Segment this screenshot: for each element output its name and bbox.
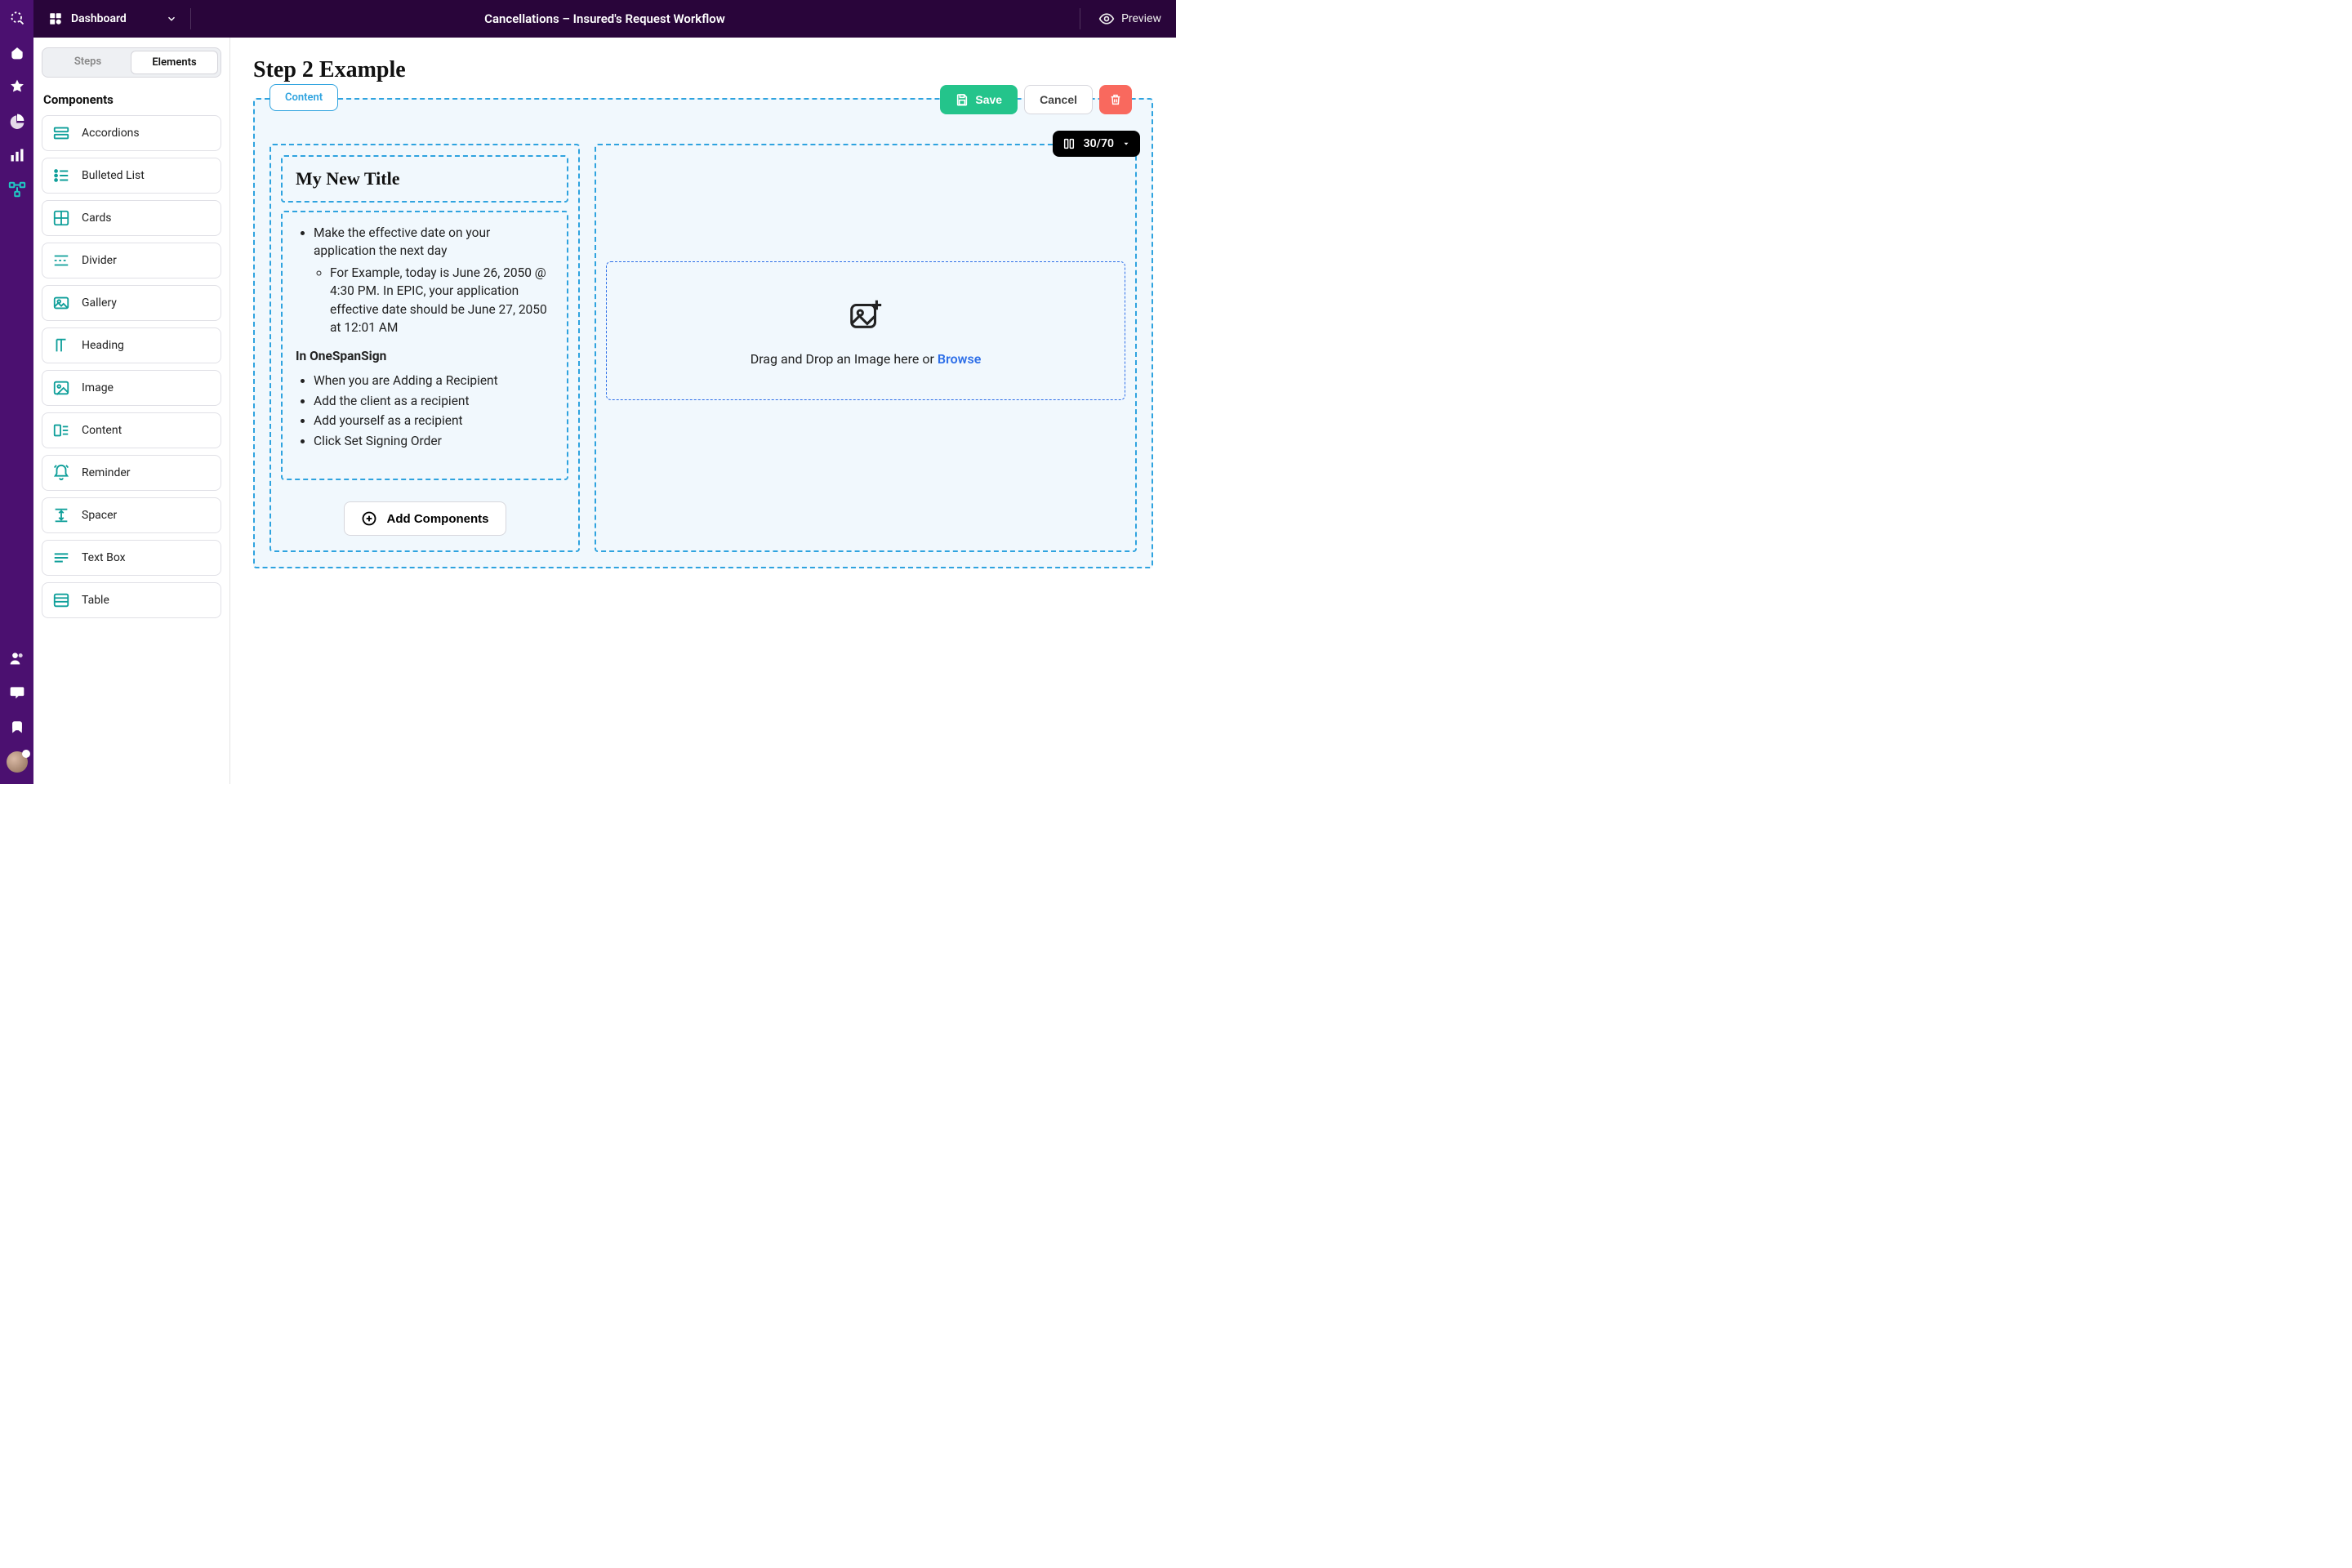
home-icon[interactable] [7, 42, 27, 62]
list-icon [52, 167, 70, 185]
component-divider[interactable]: Divider [42, 243, 221, 278]
search-icon[interactable] [7, 8, 27, 28]
image-upload-icon [847, 296, 884, 333]
component-content[interactable]: Content [42, 412, 221, 448]
content-icon [52, 421, 70, 439]
gallery-icon [52, 294, 70, 312]
dropzone-text: Drag and Drop an Image here or Browse [751, 351, 982, 367]
dashboard-label: Dashboard [71, 12, 127, 25]
columns-icon [1062, 137, 1076, 150]
component-gallery[interactable]: Gallery [42, 285, 221, 321]
component-accordions[interactable]: Accordions [42, 115, 221, 151]
grid-icon [48, 11, 63, 26]
page-title: Cancellations – Insured's Request Workfl… [33, 11, 1176, 26]
spacer-icon [52, 506, 70, 524]
workflow-icon[interactable] [7, 180, 27, 199]
bar-chart-icon[interactable] [7, 145, 27, 165]
chat-icon[interactable] [7, 717, 27, 737]
chevron-down-icon [166, 13, 177, 24]
component-spacer[interactable]: Spacer [42, 497, 221, 533]
content-tab[interactable]: Content [270, 84, 338, 111]
components-heading: Components [42, 92, 221, 107]
component-cards[interactable]: Cards [42, 200, 221, 236]
table-icon [52, 591, 70, 609]
preview-button[interactable]: Preview [1080, 8, 1161, 29]
text-component[interactable]: Make the effective date on your applicat… [281, 211, 568, 480]
component-text-box[interactable]: Text Box [42, 540, 221, 576]
feedback-icon[interactable] [7, 683, 27, 702]
block-title-text: My New Title [296, 168, 554, 189]
cancel-button[interactable]: Cancel [1024, 85, 1093, 114]
star-icon[interactable] [7, 77, 27, 96]
image-icon [52, 379, 70, 397]
delete-button[interactable] [1099, 85, 1132, 114]
component-image[interactable]: Image [42, 370, 221, 406]
tab-elements[interactable]: Elements [131, 51, 218, 74]
right-column[interactable]: Drag and Drop an Image here or Browse [595, 144, 1137, 552]
panel-tabs: Steps Elements [42, 47, 221, 78]
content-block[interactable]: Content Save Cancel [253, 98, 1153, 568]
dashboard-dropdown[interactable]: Dashboard [48, 11, 177, 26]
subsection-label: In OneSpanSign [296, 347, 554, 365]
trash-icon [1109, 93, 1122, 106]
component-reminder[interactable]: Reminder [42, 455, 221, 491]
save-button[interactable]: Save [940, 85, 1018, 114]
plus-circle-icon [361, 510, 377, 527]
elements-panel: Steps Elements Components Accordions Bul… [33, 38, 230, 784]
save-icon [956, 93, 969, 106]
pie-chart-icon[interactable] [7, 111, 27, 131]
browse-link[interactable]: Browse [938, 351, 981, 367]
cards-icon [52, 209, 70, 227]
image-dropzone[interactable]: Drag and Drop an Image here or Browse [606, 261, 1125, 400]
tab-steps[interactable]: Steps [45, 51, 131, 74]
component-table[interactable]: Table [42, 582, 221, 618]
title-component[interactable]: My New Title [281, 155, 568, 203]
add-components-button[interactable]: Add Components [344, 501, 506, 536]
users-icon[interactable] [7, 648, 27, 668]
top-bar: Dashboard Cancellations – Insured's Requ… [33, 0, 1176, 38]
step-heading: Step 2 Example [253, 57, 1153, 83]
textbox-icon [52, 549, 70, 567]
caret-down-icon [1122, 140, 1130, 148]
component-bulleted-list[interactable]: Bulleted List [42, 158, 221, 194]
bell-icon [52, 464, 70, 482]
preview-label: Preview [1121, 12, 1161, 25]
column-ratio-selector[interactable]: 30/70 [1053, 131, 1140, 157]
editor-canvas: Step 2 Example Content Save Cancel [230, 38, 1176, 784]
divider-icon [52, 252, 70, 270]
user-avatar[interactable] [7, 751, 28, 773]
left-column[interactable]: My New Title Make the effective date on … [270, 144, 580, 552]
eye-icon [1098, 11, 1115, 27]
accordion-icon [52, 124, 70, 142]
component-heading[interactable]: Heading [42, 327, 221, 363]
heading-icon [52, 336, 70, 354]
